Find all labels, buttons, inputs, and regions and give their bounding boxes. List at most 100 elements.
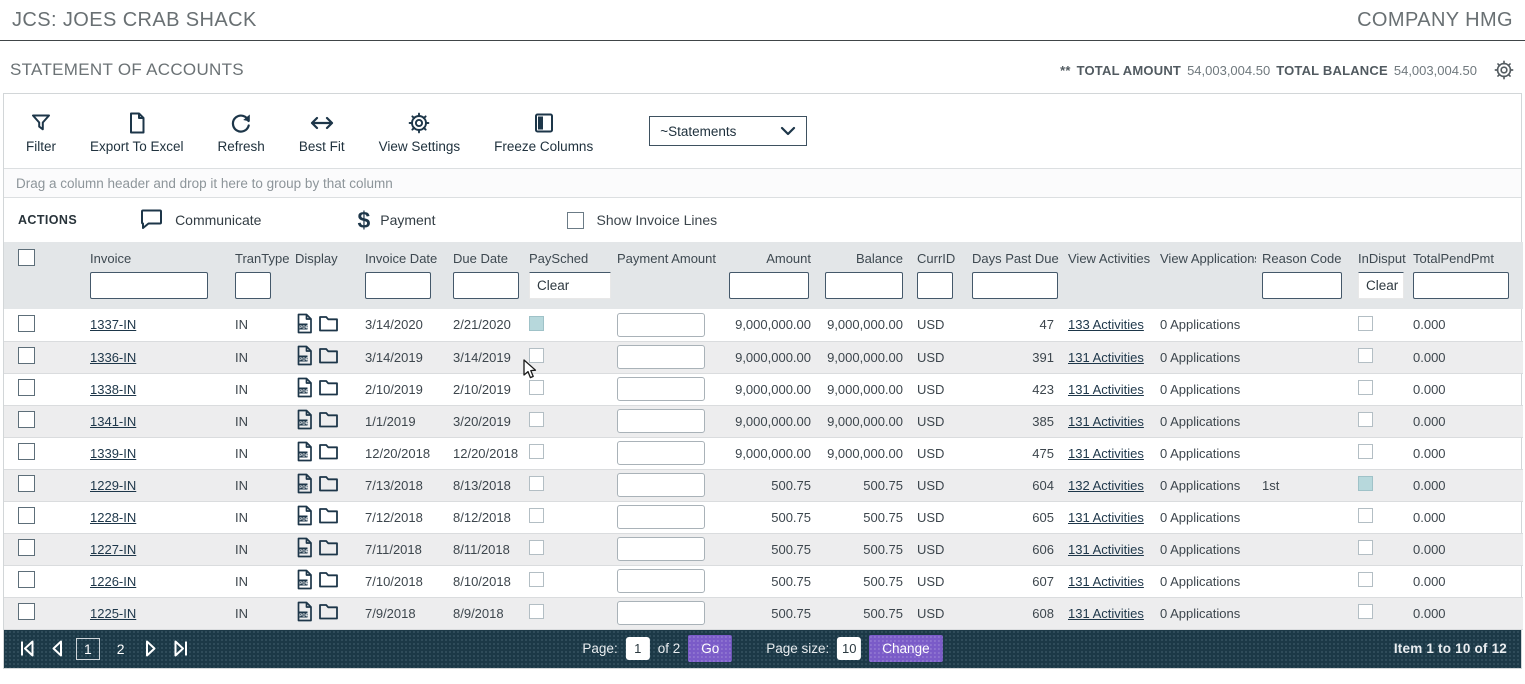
payment-amount-input[interactable] — [617, 409, 705, 433]
paysched-checkbox[interactable] — [529, 444, 544, 459]
indisput-checkbox[interactable] — [1358, 444, 1373, 459]
row-select-checkbox[interactable] — [18, 475, 35, 492]
view-activities-link[interactable]: 131 Activities — [1068, 446, 1144, 461]
folder-icon[interactable] — [318, 570, 339, 592]
folder-icon[interactable] — [318, 410, 339, 432]
communicate-button[interactable]: Communicate — [139, 207, 261, 234]
view-activities-link[interactable]: 131 Activities — [1068, 574, 1144, 589]
indisput-checkbox[interactable] — [1358, 348, 1373, 363]
payment-amount-input[interactable] — [617, 313, 705, 337]
page-size-input[interactable] — [837, 637, 861, 660]
pdf-icon[interactable]: PDF — [295, 409, 313, 433]
indisput-checkbox[interactable] — [1358, 604, 1373, 619]
invoice-date-filter-input[interactable] — [365, 272, 431, 299]
col-view-applications[interactable]: View Applications — [1154, 242, 1256, 270]
page-button-2[interactable]: 2 — [110, 639, 132, 659]
next-page-button[interactable] — [144, 639, 159, 658]
row-select-checkbox[interactable] — [18, 539, 35, 556]
folder-icon[interactable] — [318, 378, 339, 400]
view-activities-link[interactable]: 131 Activities — [1068, 542, 1144, 557]
view-activities-link[interactable]: 131 Activities — [1068, 350, 1144, 365]
trantype-filter-input[interactable] — [235, 272, 271, 299]
view-activities-link[interactable]: 131 Activities — [1068, 510, 1144, 525]
row-select-checkbox[interactable] — [18, 315, 35, 332]
row-select-checkbox[interactable] — [18, 507, 35, 524]
view-settings-button[interactable]: View Settings — [379, 109, 461, 154]
filter-button[interactable]: Filter — [26, 109, 56, 154]
folder-icon[interactable] — [318, 346, 339, 368]
pdf-icon[interactable]: PDF — [295, 313, 313, 337]
paysched-checkbox[interactable] — [529, 604, 544, 619]
paysched-checkbox[interactable] — [529, 508, 544, 523]
best-fit-button[interactable]: Best Fit — [299, 109, 345, 154]
view-activities-link[interactable]: 131 Activities — [1068, 414, 1144, 429]
select-all-checkbox[interactable] — [18, 249, 35, 266]
group-by-bar[interactable]: Drag a column header and drop it here to… — [4, 168, 1521, 198]
pdf-icon[interactable]: PDF — [295, 345, 313, 369]
col-view-activities[interactable]: View Activities — [1062, 242, 1154, 270]
payment-amount-input[interactable] — [617, 505, 705, 529]
indisput-checkbox[interactable] — [1358, 476, 1373, 491]
paysched-checkbox[interactable] — [529, 380, 544, 395]
show-invoice-lines-checkbox[interactable] — [567, 212, 584, 229]
payment-amount-input[interactable] — [617, 473, 705, 497]
col-totalpendpmt[interactable]: TotalPendPmt — [1407, 242, 1523, 270]
folder-icon[interactable] — [318, 474, 339, 496]
indisput-checkbox[interactable] — [1358, 412, 1373, 427]
export-to-excel-button[interactable]: Export To Excel — [90, 109, 184, 154]
refresh-button[interactable]: Refresh — [218, 109, 265, 154]
paysched-checkbox[interactable] — [529, 540, 544, 555]
first-page-button[interactable] — [18, 639, 37, 658]
folder-icon[interactable] — [318, 442, 339, 464]
col-amount[interactable]: Amount — [723, 242, 819, 270]
view-activities-link[interactable]: 131 Activities — [1068, 606, 1144, 621]
col-due-date[interactable]: Due Date — [447, 242, 523, 270]
indisput-checkbox[interactable] — [1358, 572, 1373, 587]
go-button[interactable]: Go — [688, 635, 732, 662]
page-button-1[interactable]: 1 — [76, 638, 100, 660]
invoice-link[interactable]: 1341-IN — [90, 414, 136, 429]
days-past-due-filter-input[interactable] — [972, 272, 1058, 299]
payment-amount-input[interactable] — [617, 345, 705, 369]
col-reason-code[interactable]: Reason Code — [1256, 242, 1352, 270]
invoice-filter-input[interactable] — [90, 272, 208, 299]
row-select-checkbox[interactable] — [18, 603, 35, 620]
payment-amount-input[interactable] — [617, 377, 705, 401]
invoice-link[interactable]: 1228-IN — [90, 510, 136, 525]
page-number-input[interactable] — [626, 637, 650, 660]
invoice-link[interactable]: 1338-IN — [90, 382, 136, 397]
pdf-icon[interactable]: PDF — [295, 505, 313, 529]
payment-amount-input[interactable] — [617, 441, 705, 465]
indisput-checkbox[interactable] — [1358, 508, 1373, 523]
indisput-checkbox[interactable] — [1358, 380, 1373, 395]
indisput-clear-select[interactable]: Clear — [1358, 272, 1404, 299]
payment-button[interactable]: $ Payment — [357, 209, 435, 232]
col-currid[interactable]: CurrID — [911, 242, 966, 270]
view-activities-link[interactable]: 133 Activities — [1068, 317, 1144, 332]
row-select-checkbox[interactable] — [18, 411, 35, 428]
col-payment-amount[interactable]: Payment Amount — [611, 242, 723, 270]
pdf-icon[interactable]: PDF — [295, 601, 313, 625]
balance-filter-input[interactable] — [825, 272, 903, 299]
col-paysched[interactable]: PaySched — [523, 242, 611, 270]
col-days-past-due[interactable]: Days Past Due — [966, 242, 1062, 270]
pdf-icon[interactable]: PDF — [295, 377, 313, 401]
paysched-checkbox[interactable] — [529, 316, 544, 331]
folder-icon[interactable] — [318, 314, 339, 336]
folder-icon[interactable] — [318, 538, 339, 560]
currid-filter-input[interactable] — [917, 272, 953, 299]
invoice-link[interactable]: 1225-IN — [90, 606, 136, 621]
row-select-checkbox[interactable] — [18, 379, 35, 396]
invoice-link[interactable]: 1226-IN — [90, 574, 136, 589]
folder-icon[interactable] — [318, 506, 339, 528]
indisput-checkbox[interactable] — [1358, 316, 1373, 331]
payment-amount-input[interactable] — [617, 601, 705, 625]
due-date-filter-input[interactable] — [453, 272, 519, 299]
invoice-link[interactable]: 1339-IN — [90, 446, 136, 461]
invoice-link[interactable]: 1229-IN — [90, 478, 136, 493]
pdf-icon[interactable]: PDF — [295, 441, 313, 465]
amount-filter-input[interactable] — [729, 272, 809, 299]
col-indisput[interactable]: InDisput — [1352, 242, 1407, 270]
view-activities-link[interactable]: 131 Activities — [1068, 382, 1144, 397]
indisput-checkbox[interactable] — [1358, 540, 1373, 555]
